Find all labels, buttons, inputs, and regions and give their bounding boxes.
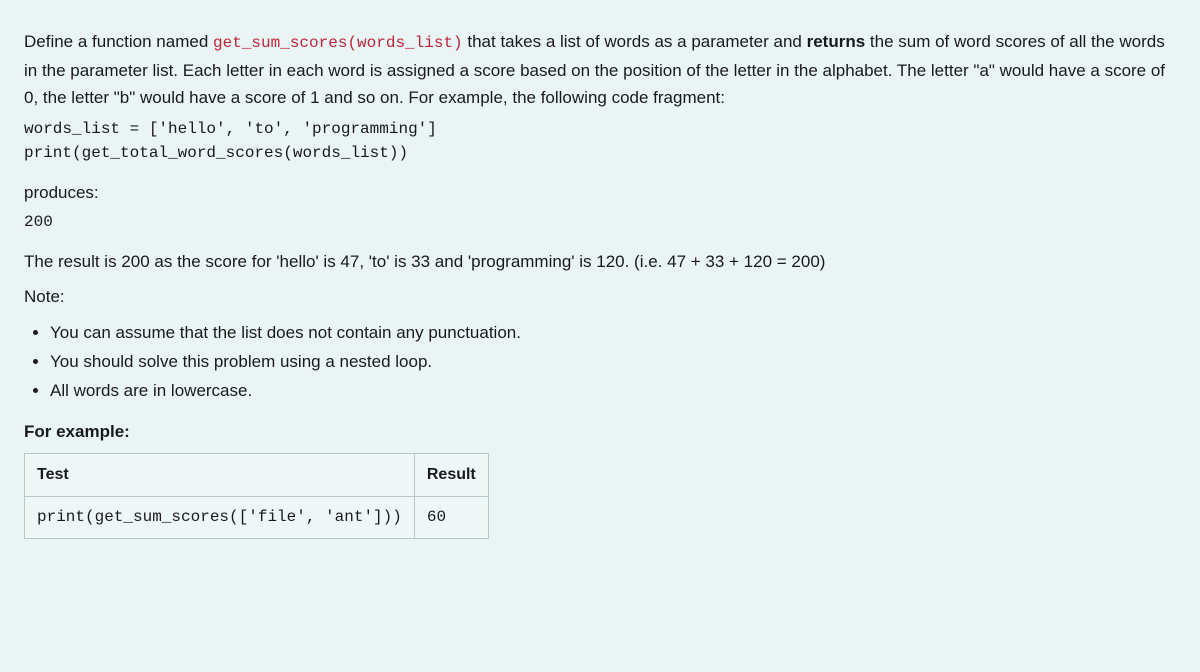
code-fragment: words_list = ['hello', 'to', 'programmin…	[24, 117, 1176, 165]
intro-prefix: Define a function named	[24, 32, 213, 51]
returns-word: returns	[807, 32, 866, 51]
question-container: Define a function named get_sum_scores(w…	[0, 0, 1200, 672]
output-value: 200	[24, 210, 1176, 234]
explanation: The result is 200 as the score for 'hell…	[24, 248, 1176, 275]
result-cell: 60	[414, 496, 488, 539]
test-cell: print(get_sum_scores(['file', 'ant']))	[25, 496, 415, 539]
note-item: You should solve this problem using a ne…	[50, 348, 1176, 375]
intro-paragraph: Define a function named get_sum_scores(w…	[24, 28, 1176, 111]
table-header-result: Result	[414, 454, 488, 497]
for-example-label: For example:	[24, 418, 1176, 445]
intro-mid1: that takes a list of words as a paramete…	[463, 32, 807, 51]
table-row: print(get_sum_scores(['file', 'ant'])) 6…	[25, 496, 489, 539]
produces-label: produces:	[24, 179, 1176, 206]
notes-list: You can assume that the list does not co…	[24, 319, 1176, 405]
table-header-test: Test	[25, 454, 415, 497]
function-signature: get_sum_scores(words_list)	[213, 34, 463, 52]
note-label: Note:	[24, 283, 1176, 310]
note-item: You can assume that the list does not co…	[50, 319, 1176, 346]
example-table: Test Result print(get_sum_scores(['file'…	[24, 453, 489, 539]
note-item: All words are in lowercase.	[50, 377, 1176, 404]
